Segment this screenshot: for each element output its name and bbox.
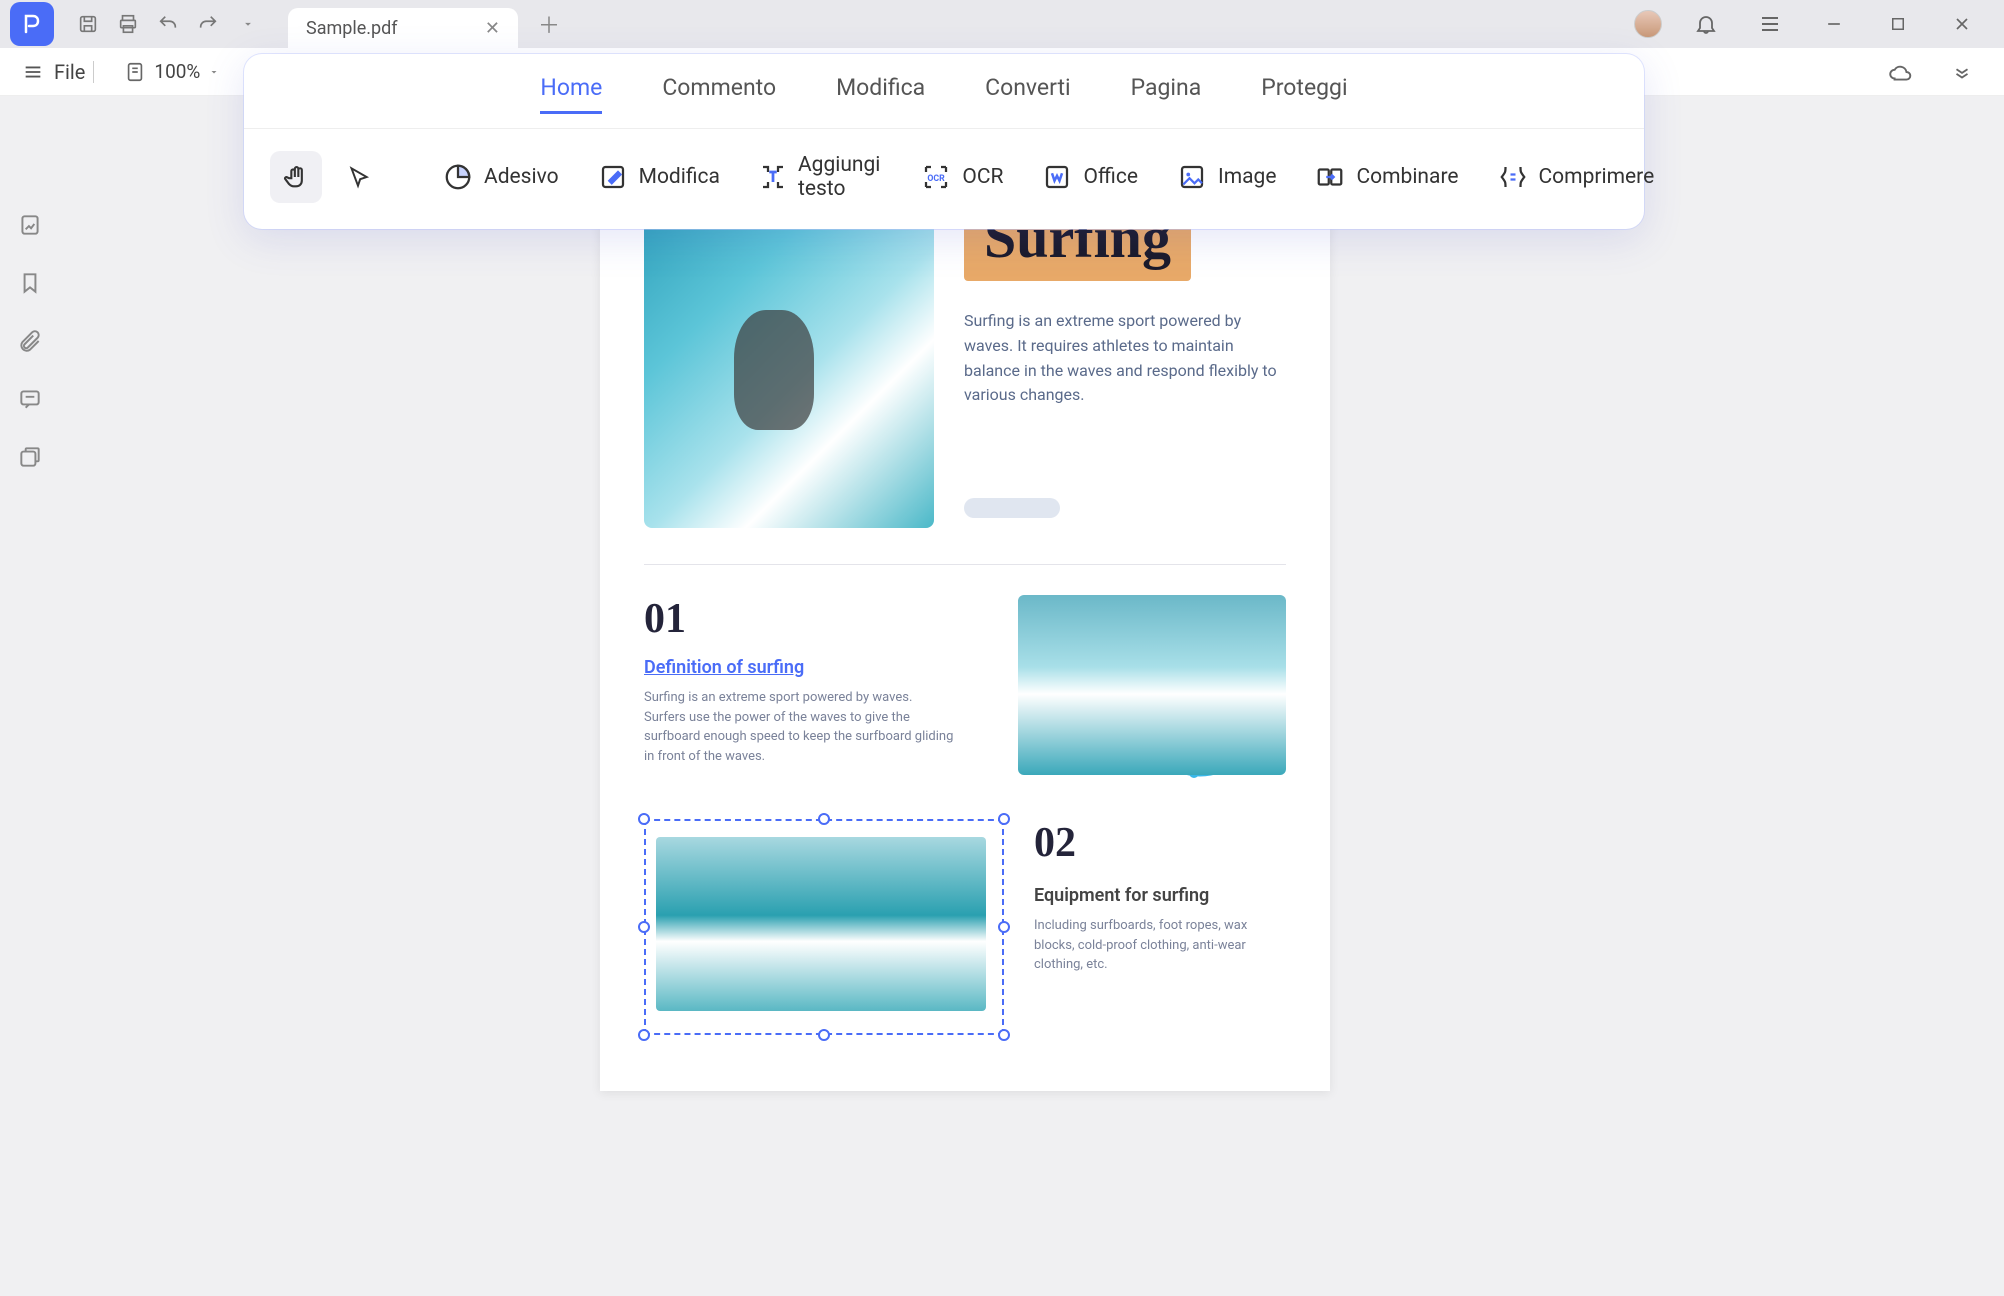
save-icon[interactable] xyxy=(74,10,102,38)
close-icon[interactable]: ✕ xyxy=(485,18,500,39)
redo-icon[interactable] xyxy=(194,10,222,38)
app-logo[interactable] xyxy=(10,2,54,46)
section-heading: Equipment for surfing xyxy=(1034,885,1286,906)
edit-tool[interactable]: Modifica xyxy=(583,153,734,201)
attachment-icon[interactable] xyxy=(15,326,45,356)
hero-paragraph: Surfing is an extreme sport powered by w… xyxy=(964,309,1286,408)
svg-text:OCR: OCR xyxy=(928,174,946,184)
office-tool[interactable]: Office xyxy=(1027,153,1152,201)
selected-image-frame[interactable] xyxy=(644,819,1004,1035)
section-heading: Definition of surfing xyxy=(644,657,988,678)
resize-handle[interactable] xyxy=(638,1029,650,1041)
print-icon[interactable] xyxy=(114,10,142,38)
ribbon-tabs: Home Commento Modifica Converti Pagina P… xyxy=(244,54,1644,129)
image-icon xyxy=(1176,161,1208,193)
minimize-icon[interactable] xyxy=(1820,10,1848,38)
bell-icon[interactable] xyxy=(1692,10,1720,38)
pdf-page: Surfing Surfing is an extreme sport powe… xyxy=(600,134,1330,1091)
tool-label: Combinare xyxy=(1356,165,1458,189)
layers-icon[interactable] xyxy=(15,442,45,472)
text-icon xyxy=(758,161,788,193)
thumbnails-icon[interactable] xyxy=(15,210,45,240)
cloud-icon[interactable] xyxy=(1886,58,1914,86)
dropdown-icon[interactable] xyxy=(234,10,262,38)
zoom-value: 100% xyxy=(154,60,200,83)
ribbon-tab-commento[interactable]: Commento xyxy=(662,74,776,114)
tab-title: Sample.pdf xyxy=(306,18,398,39)
tool-label: Modifica xyxy=(639,165,720,189)
hand-tool[interactable] xyxy=(270,151,322,203)
section-image xyxy=(1018,595,1286,775)
ribbon-tab-pagina[interactable]: Pagina xyxy=(1131,74,1202,114)
office-icon xyxy=(1041,161,1073,193)
hero-image xyxy=(644,190,934,528)
image-tool[interactable]: Image xyxy=(1162,153,1290,201)
undo-icon[interactable] xyxy=(154,10,182,38)
tool-label: Office xyxy=(1083,165,1138,189)
close-window-icon[interactable] xyxy=(1948,10,1976,38)
collapse-icon[interactable] xyxy=(1948,58,1976,86)
resize-handle[interactable] xyxy=(818,1029,830,1041)
tool-label: Image xyxy=(1218,165,1276,189)
section-number: 02 xyxy=(1034,819,1286,867)
section-body: Including surfboards, foot ropes, wax bl… xyxy=(1034,916,1286,975)
ribbon-tab-home[interactable]: Home xyxy=(540,74,602,114)
add-tab-button[interactable]: ＋ xyxy=(532,7,566,41)
maximize-icon[interactable] xyxy=(1884,10,1912,38)
combine-icon xyxy=(1314,161,1346,193)
add-text-tool[interactable]: Aggiungi testo xyxy=(744,145,896,209)
ribbon-tab-converti[interactable]: Converti xyxy=(985,74,1070,114)
file-menu[interactable]: File xyxy=(22,60,85,84)
select-tool[interactable] xyxy=(332,151,384,203)
tool-label: Adesivo xyxy=(484,165,559,189)
menu-icon[interactable] xyxy=(1756,10,1784,38)
ribbon-tools: Adesivo Modifica Aggiungi testo OCR OCR … xyxy=(244,129,1644,229)
section-body: Surfing is an extreme sport powered by w… xyxy=(644,688,954,766)
resize-handle[interactable] xyxy=(638,813,650,825)
tool-label: Comprimere xyxy=(1539,165,1655,189)
comment-icon[interactable] xyxy=(15,384,45,414)
sticker-tool[interactable]: Adesivo xyxy=(428,153,573,201)
left-sidebar xyxy=(0,180,60,472)
document-canvas[interactable]: Surfing Surfing is an extreme sport powe… xyxy=(60,96,2004,1296)
document-tab[interactable]: Sample.pdf ✕ xyxy=(288,8,518,48)
placeholder-pill xyxy=(964,498,1060,518)
user-avatar[interactable] xyxy=(1634,10,1662,38)
edit-icon xyxy=(597,161,629,193)
resize-handle[interactable] xyxy=(998,813,1010,825)
section-number: 01 xyxy=(644,595,988,643)
sticker-icon xyxy=(442,161,474,193)
cursor-icon xyxy=(342,161,374,193)
ribbon-tab-modifica[interactable]: Modifica xyxy=(836,74,925,114)
ocr-tool[interactable]: OCR OCR xyxy=(906,153,1017,201)
bookmark-icon[interactable] xyxy=(15,268,45,298)
combine-tool[interactable]: Combinare xyxy=(1300,153,1472,201)
tool-label: Aggiungi testo xyxy=(798,153,882,201)
compress-tool[interactable]: Comprimere xyxy=(1483,153,1669,201)
resize-handle[interactable] xyxy=(998,921,1010,933)
ocr-icon: OCR xyxy=(920,161,952,193)
zoom-control[interactable]: 100% xyxy=(124,60,220,83)
tool-label: OCR xyxy=(962,165,1003,189)
compress-icon xyxy=(1497,161,1529,193)
file-label: File xyxy=(54,60,85,84)
ribbon-tab-proteggi[interactable]: Proteggi xyxy=(1261,74,1347,114)
ribbon: Home Commento Modifica Converti Pagina P… xyxy=(244,54,1644,229)
resize-handle[interactable] xyxy=(638,921,650,933)
selection-border xyxy=(644,819,1004,1035)
hand-icon xyxy=(280,161,312,193)
resize-handle[interactable] xyxy=(998,1029,1010,1041)
resize-handle[interactable] xyxy=(818,813,830,825)
title-bar: Sample.pdf ✕ ＋ xyxy=(0,0,2004,48)
